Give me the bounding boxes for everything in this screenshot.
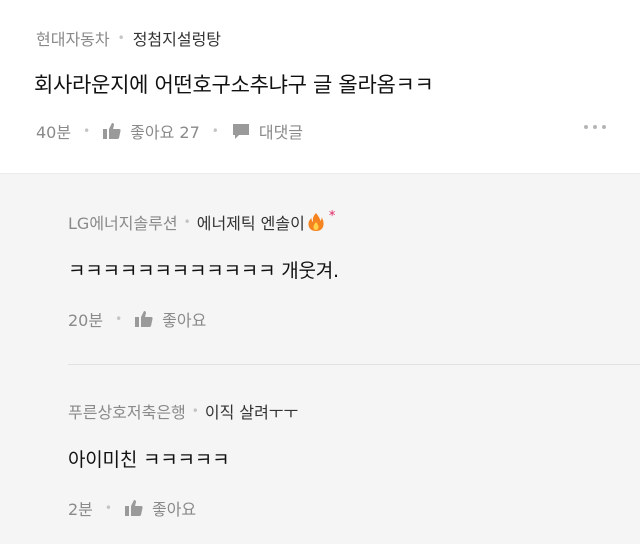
comment-nickname[interactable]: 이직 살려ㅜㅜ bbox=[205, 399, 298, 423]
separator-dot: • bbox=[104, 501, 112, 515]
comment-like-label: 좋아요 bbox=[151, 500, 197, 519]
comment-text: 아이미친 ㅋㅋㅋㅋㅋ bbox=[68, 449, 230, 471]
comment-author-line: 푸른상호저축은행 • 이직 살려ㅜㅜ bbox=[68, 399, 640, 423]
post-time: 40분 bbox=[36, 123, 72, 142]
comment-time: 20분 bbox=[68, 311, 104, 330]
new-badge: * bbox=[328, 208, 336, 224]
post-author-line: 현대자동차 • 정첨지설렁탕 bbox=[36, 26, 221, 50]
comment-author-line: LG에너지솔루션 • 에너제틱 엔솔이 * bbox=[68, 208, 640, 234]
thumbs-up-icon bbox=[102, 122, 122, 140]
post-like-label: 좋아요 27 bbox=[130, 123, 200, 142]
post: 현대자동차 • 정첨지설렁탕 회사라운지에 어떤호구소추냐구 글 올라옴ㅋㅋ 4… bbox=[0, 0, 640, 173]
comment-company[interactable]: 푸른상호저축은행 bbox=[68, 399, 186, 423]
comment-footer: 2분 • 좋아요 bbox=[68, 496, 640, 520]
comment-item: 푸른상호저축은행 • 이직 살려ㅜㅜ 아이미친 ㅋㅋㅋㅋㅋ 2분 • 좋아요 bbox=[68, 399, 640, 520]
comment-time: 2분 bbox=[68, 500, 93, 519]
comment-text: ㅋㅋㅋㅋㅋㅋㅋㅋㅋㅋㅋㅋ 개웃겨. bbox=[68, 260, 339, 282]
separator-dot: • bbox=[115, 312, 123, 326]
thumbs-up-icon bbox=[134, 310, 154, 328]
speech-bubble-icon bbox=[231, 122, 251, 140]
comment-like-button[interactable]: 좋아요 bbox=[124, 496, 196, 520]
post-like-button[interactable]: 좋아요 27 bbox=[102, 119, 200, 143]
post-reply-button[interactable]: 대댓글 bbox=[231, 119, 303, 143]
comment-like-label: 좋아요 bbox=[162, 311, 207, 330]
separator-dot: • bbox=[83, 124, 91, 138]
post-nickname[interactable]: 정첨지설렁탕 bbox=[133, 26, 221, 50]
separator-dot: • bbox=[117, 31, 125, 45]
more-dot bbox=[584, 125, 588, 129]
comment-like-button[interactable]: 좋아요 bbox=[134, 307, 206, 331]
post-title[interactable]: 회사라운지에 어떤호구소추냐구 글 올라옴ㅋㅋ bbox=[34, 69, 434, 99]
comment-list: LG에너지솔루션 • 에너제틱 엔솔이 * ㅋㅋㅋㅋㅋㅋㅋㅋㅋㅋㅋㅋ 개웃겨. … bbox=[0, 173, 640, 544]
comment-divider bbox=[68, 364, 640, 365]
post-company[interactable]: 현대자동차 bbox=[36, 26, 110, 50]
more-dot bbox=[602, 125, 606, 129]
thumbs-up-icon bbox=[124, 499, 144, 517]
more-dot bbox=[593, 125, 597, 129]
more-options-icon[interactable] bbox=[584, 117, 606, 137]
comment-company[interactable]: LG에너지솔루션 bbox=[68, 210, 178, 234]
comment-item: LG에너지솔루션 • 에너제틱 엔솔이 * ㅋㅋㅋㅋㅋㅋㅋㅋㅋㅋㅋㅋ 개웃겨. … bbox=[68, 208, 640, 331]
post-footer: 40분 • 좋아요 27 • 대댓글 bbox=[36, 119, 610, 143]
comment-footer: 20분 • 좋아요 bbox=[68, 307, 640, 331]
post-reply-label: 대댓글 bbox=[258, 123, 304, 142]
separator-dot: • bbox=[183, 215, 191, 229]
fire-icon bbox=[307, 212, 325, 232]
separator-dot: • bbox=[211, 124, 219, 138]
comment-nickname[interactable]: 에너제틱 엔솔이 bbox=[197, 210, 305, 234]
separator-dot: • bbox=[191, 404, 199, 418]
